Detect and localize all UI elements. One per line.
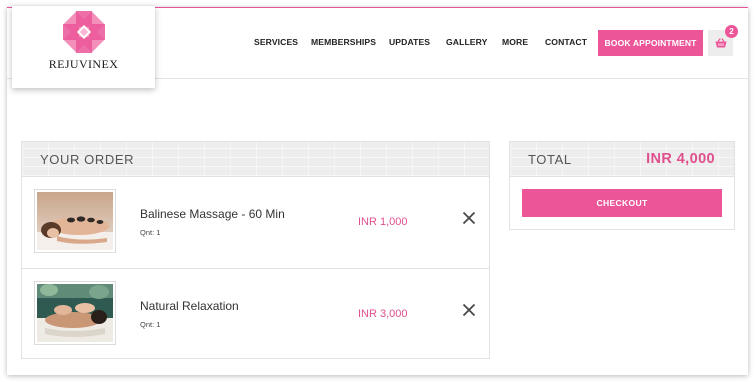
cart-count-badge: 2 [725, 25, 738, 38]
total-label: TOTAL [528, 152, 572, 167]
order-panel-header: YOUR ORDER [22, 142, 489, 177]
book-appointment-button[interactable]: BOOK APPOINTMENT [598, 30, 703, 56]
site-logo[interactable]: REJUVINEX [12, 6, 155, 88]
brand-name: REJUVINEX [48, 57, 119, 71]
order-item: Balinese Massage - 60 Min Qnt: 1 INR 1,0… [22, 177, 489, 268]
order-panel: YOUR ORDER Balinese Massage - 60 Min Qnt… [21, 141, 490, 359]
total-amount: INR 4,000 [646, 151, 715, 167]
shopping-basket-icon [715, 38, 726, 48]
item-name: Natural Relaxation [140, 299, 239, 313]
item-price: INR 3,000 [358, 308, 408, 320]
summary-panel-header: TOTAL INR 4,000 [510, 142, 734, 177]
item-name: Balinese Massage - 60 Min [140, 207, 285, 221]
nav-item-memberships[interactable]: MEMBERSHIPS [311, 37, 376, 47]
order-item: Natural Relaxation Qnt: 1 INR 3,000 [22, 268, 489, 359]
item-quantity: Qnt: 1 [140, 228, 161, 237]
close-icon[interactable] [462, 303, 476, 317]
checkout-button[interactable]: CHECKOUT [522, 189, 722, 217]
nav-item-gallery[interactable]: GALLERY [446, 37, 487, 47]
hot-stone-massage-photo [34, 189, 116, 253]
lotus-flower-icon [62, 11, 105, 53]
order-summary-panel: TOTAL INR 4,000 CHECKOUT [509, 141, 735, 230]
nav-item-more[interactable]: MORE [502, 37, 528, 47]
back-massage-photo [34, 281, 116, 345]
item-price: INR 1,000 [358, 216, 408, 228]
close-icon[interactable] [462, 211, 476, 225]
nav-item-contact[interactable]: CONTACT [545, 37, 587, 47]
nav-item-services[interactable]: SERVICES [254, 37, 298, 47]
nav-item-updates[interactable]: UPDATES [389, 37, 430, 47]
item-quantity: Qnt: 1 [140, 320, 161, 329]
order-title: YOUR ORDER [40, 152, 135, 167]
